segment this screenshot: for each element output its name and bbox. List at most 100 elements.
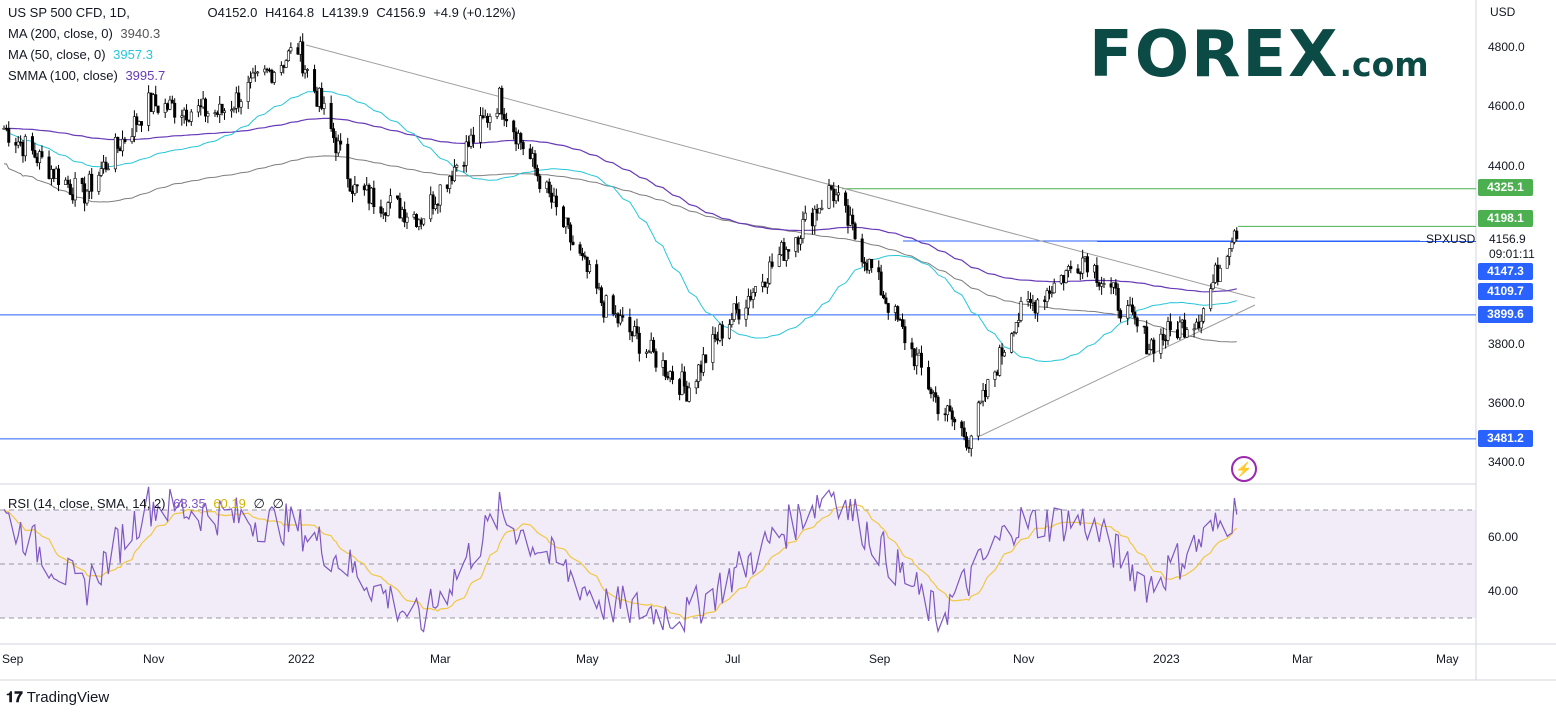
candle-body xyxy=(967,446,971,449)
candle-body xyxy=(813,208,817,227)
candle-body xyxy=(471,134,475,143)
ohlc-close: C4156.9 xyxy=(376,5,426,20)
candle-body xyxy=(602,302,606,318)
smma100-line xyxy=(4,117,1237,293)
time-tick: Sep xyxy=(2,652,24,666)
chart-canvas[interactable] xyxy=(0,0,1556,718)
candle-body xyxy=(552,195,556,203)
tradingview-icon: 𝟏𝟕 xyxy=(6,689,23,706)
candle-body xyxy=(329,102,333,129)
candle-body xyxy=(1199,320,1203,329)
rsi-tick: 60.00 xyxy=(1488,530,1519,544)
candle-body xyxy=(718,324,722,341)
candle-body xyxy=(1225,256,1229,269)
candle-body xyxy=(265,68,269,71)
candle-body xyxy=(90,173,94,192)
candle-body xyxy=(305,69,309,71)
candle-body xyxy=(1093,265,1097,273)
candle-body xyxy=(317,87,321,107)
candle-body xyxy=(884,297,888,304)
candle-body xyxy=(97,175,101,192)
candle-body xyxy=(768,261,772,284)
candle-body xyxy=(1050,292,1054,295)
candle-body xyxy=(452,166,456,181)
forex-logo: FOREX.com xyxy=(1089,18,1429,92)
candle-body xyxy=(571,241,575,245)
candle-body xyxy=(780,242,784,256)
symbol-title: US SP 500 CFD, 1D, xyxy=(8,5,130,20)
rsi-legend[interactable]: RSI (14, close, SMA, 14, 2) 68.35 60.19 … xyxy=(8,496,288,512)
candle-body xyxy=(1216,264,1220,282)
tradingview-label: TradingView xyxy=(26,689,110,706)
candle-body xyxy=(204,98,208,117)
candle-body xyxy=(827,185,831,209)
candle-body xyxy=(113,137,117,170)
candle-body xyxy=(699,364,703,373)
candle-body xyxy=(701,354,705,373)
candle-body xyxy=(403,209,407,223)
candle-body xyxy=(903,326,907,344)
candle-body xyxy=(348,178,352,192)
candle-body xyxy=(1145,326,1149,355)
candle-body xyxy=(21,142,25,157)
ohlc-high: H4164.8 xyxy=(265,5,315,20)
candle-body xyxy=(983,390,987,398)
candle-body xyxy=(1085,256,1089,273)
candle-body xyxy=(844,192,848,206)
candle-body xyxy=(16,141,20,146)
candle-body xyxy=(149,92,153,112)
candle-body xyxy=(1052,282,1056,294)
candle-body xyxy=(1095,265,1099,283)
candle-body xyxy=(929,388,933,395)
candle-body xyxy=(1097,282,1101,287)
lightning-icon[interactable]: ⚡ xyxy=(1231,456,1257,482)
candle-body xyxy=(1194,321,1198,330)
ma50-legend[interactable]: MA (50, close, 0) 3957.3 xyxy=(8,47,157,62)
candle-body xyxy=(1119,310,1123,319)
candle-body xyxy=(727,324,731,339)
candle-body xyxy=(896,306,900,320)
candle-body xyxy=(372,187,376,208)
candle-body xyxy=(550,192,554,203)
candle-body xyxy=(761,281,765,287)
level-tag-3899: 3899.6 xyxy=(1478,306,1533,323)
candle-body xyxy=(1114,282,1118,289)
candle-body xyxy=(170,99,174,104)
time-tick: Mar xyxy=(430,652,451,666)
candle-body xyxy=(83,183,87,204)
candle-body xyxy=(893,306,897,313)
candle-body xyxy=(469,134,473,147)
candle-body xyxy=(580,253,584,257)
candle-body xyxy=(303,69,307,74)
ma200-legend[interactable]: MA (200, close, 0) 3940.3 xyxy=(8,26,164,41)
candle-body xyxy=(1130,304,1134,313)
candle-body xyxy=(1213,264,1217,283)
candle-body xyxy=(222,110,226,113)
candle-body xyxy=(270,69,274,83)
candle-body xyxy=(853,223,857,240)
candle-body xyxy=(220,103,224,113)
candle-body xyxy=(663,360,667,377)
candle-body xyxy=(1076,268,1080,274)
smma-legend[interactable]: SMMA (100, close) 3995.7 xyxy=(8,68,169,83)
candle-body xyxy=(386,202,390,216)
candle-body xyxy=(230,109,234,112)
candle-body xyxy=(130,136,134,142)
candle-body xyxy=(979,400,983,404)
candle-body xyxy=(104,161,108,170)
candle-body xyxy=(4,127,8,130)
candle-body xyxy=(206,113,210,117)
candle-body xyxy=(400,209,404,219)
candle-body xyxy=(1202,308,1206,322)
ma50-label: MA (50, close, 0) xyxy=(8,47,106,62)
candle-body xyxy=(614,313,618,315)
candle-body xyxy=(52,169,56,179)
candle-body xyxy=(1180,319,1184,323)
candle-body xyxy=(616,313,620,324)
candle-body xyxy=(720,324,724,339)
candle-body xyxy=(1230,241,1234,249)
candle-body xyxy=(547,181,551,194)
ma200-value: 3940.3 xyxy=(120,26,161,41)
logo-suffix: .com xyxy=(1339,45,1429,84)
candle-body xyxy=(995,371,999,376)
